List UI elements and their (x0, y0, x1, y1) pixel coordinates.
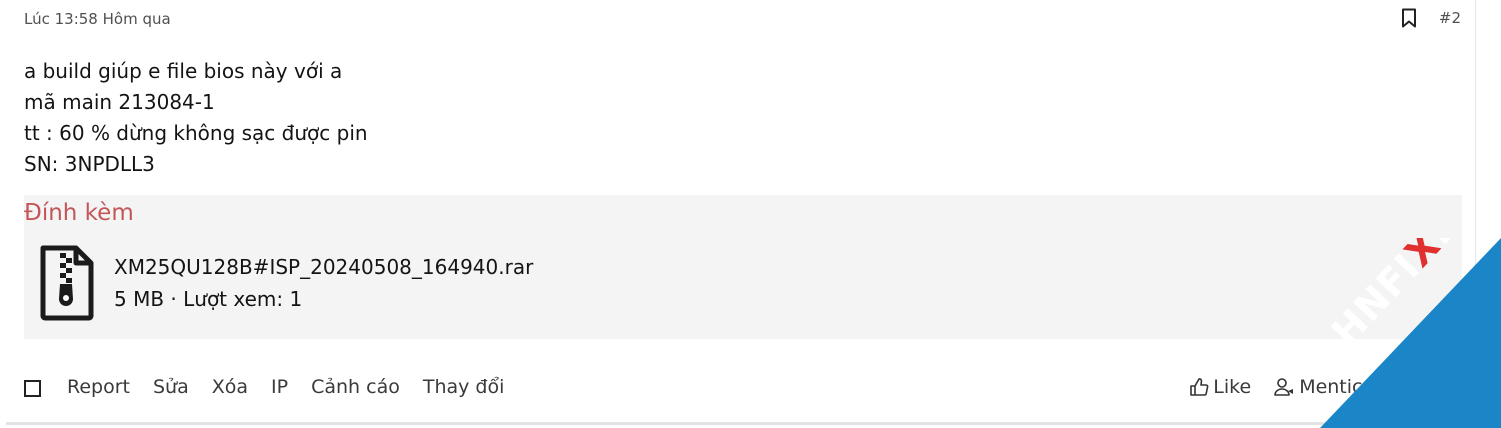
like-label: Like (1213, 376, 1252, 398)
select-checkbox[interactable] (24, 379, 41, 397)
report-link[interactable]: Report (67, 376, 130, 398)
post-actions: Report Sửa Xóa IP Cảnh cáo Thay đổi Like… (24, 372, 1461, 402)
change-link[interactable]: Thay đổi (423, 376, 505, 398)
bookmark-button[interactable] (1401, 8, 1417, 28)
reply-label: Trả lời (1404, 376, 1462, 398)
post-number[interactable]: #2 (1439, 9, 1461, 27)
mention-button[interactable]: Mentic (1273, 376, 1363, 398)
post-body: a build giúp e file bios này với a mã ma… (24, 56, 368, 180)
post-message: Lúc 13:58 Hôm qua #2 a build giúp e file… (6, 0, 1476, 425)
delete-link[interactable]: Xóa (212, 376, 248, 398)
post-meta-right: #2 (1401, 8, 1461, 28)
attachment-info: XM25QU128B#ISP_20240508_164940.rar 5 MB … (114, 251, 533, 315)
mention-label: Mentic (1299, 376, 1363, 398)
attachments-box: Đính kèm XM25QU128B#ISP_20240508_164940.… (24, 195, 1462, 339)
attachment-meta: 5 MB · Lượt xem: 1 (114, 287, 303, 311)
bookmark-icon (1401, 8, 1416, 28)
post-body-line: a build giúp e file bios này với a (24, 59, 343, 83)
like-button[interactable]: Like (1189, 376, 1251, 398)
post-body-line: mã main 213084-1 (24, 90, 215, 114)
thumbs-up-icon (1190, 378, 1209, 396)
post-timestamp[interactable]: Lúc 13:58 Hôm qua (24, 10, 171, 28)
post-body-line: SN: 3NPDLL3 (24, 152, 155, 176)
reply-icon (1386, 381, 1401, 393)
attachment-file[interactable]: XM25QU128B#ISP_20240508_164940.rar 5 MB … (38, 245, 533, 321)
reply-button[interactable]: Trả lời (1385, 376, 1462, 398)
post-body-line: tt : 60 % dừng không sạc được pin (24, 121, 368, 145)
attachments-title: Đính kèm (24, 200, 134, 226)
post-actions-right: Like Mentic Trả lời (1189, 376, 1461, 398)
attachment-name[interactable]: XM25QU128B#ISP_20240508_164940.rar (114, 251, 533, 283)
warn-link[interactable]: Cảnh cáo (311, 376, 400, 398)
zip-file-icon (40, 245, 94, 321)
user-mention-icon (1274, 378, 1294, 396)
ip-link[interactable]: IP (271, 376, 288, 398)
edit-link[interactable]: Sửa (153, 376, 189, 398)
